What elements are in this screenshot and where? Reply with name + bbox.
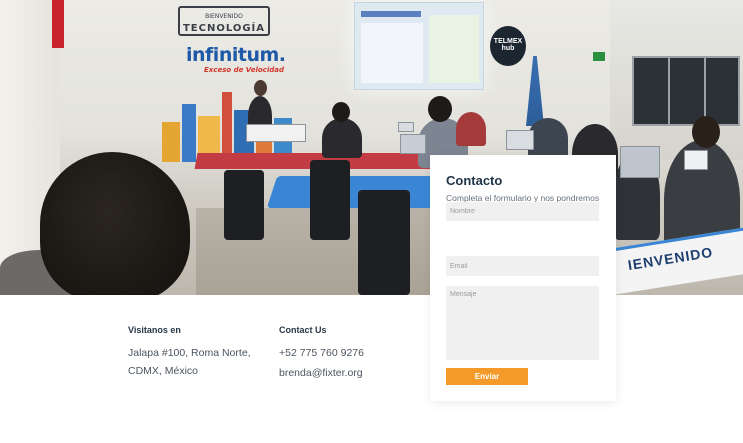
contact-us-heading: Contact Us — [279, 325, 327, 335]
laptop — [398, 122, 414, 132]
city-mural — [162, 92, 292, 162]
contact-title: Contacto — [446, 173, 503, 188]
presenter-laptop — [246, 124, 306, 142]
projector-screen — [354, 2, 484, 90]
front-table-text: IENVENIDO — [626, 243, 715, 274]
foreground-person-head — [40, 152, 190, 295]
back-window — [632, 56, 740, 126]
hero-image: BIENVENIDO TECNOLOGÍA infinitum. Exceso … — [0, 0, 743, 295]
wall-sign: BIENVENIDO TECNOLOGÍA — [178, 6, 270, 36]
attendee — [528, 118, 568, 158]
chair — [358, 190, 410, 295]
page: BIENVENIDO TECNOLOGÍA infinitum. Exceso … — [0, 0, 743, 443]
telmex-hub-badge: TELMEX hub — [490, 26, 526, 66]
laptop — [684, 150, 708, 170]
email-field[interactable] — [446, 256, 599, 276]
name-field[interactable] — [446, 202, 599, 221]
laptop — [400, 134, 426, 154]
visit-heading: Visitanos en — [128, 325, 181, 335]
laptop — [620, 146, 660, 178]
brand-logo: infinitum. — [186, 44, 286, 66]
visit-address-line2: CDMX, México — [128, 365, 199, 377]
attendee — [322, 118, 362, 158]
email-address[interactable]: brenda@fixter.org — [279, 364, 363, 382]
laptop — [506, 130, 534, 150]
attendee-head — [332, 102, 350, 122]
contact-form-card: Contacto Completa el formulario y nos po… — [430, 155, 616, 401]
visit-address-line1: Jalapa #100, Roma Norte, — [128, 347, 251, 359]
wall-sign-top: BIENVENIDO — [205, 13, 243, 20]
message-field[interactable] — [446, 286, 599, 360]
exit-sign — [593, 52, 605, 61]
phone-number[interactable]: +52 775 760 9276 — [279, 344, 364, 362]
attendee-head — [692, 116, 720, 148]
brand-tagline: Exceso de Velocidad — [204, 66, 284, 74]
presenter-head — [254, 80, 267, 96]
blue-table — [266, 176, 448, 208]
tower-mural — [526, 56, 544, 126]
red-banner — [52, 0, 64, 48]
attendee-head — [428, 96, 452, 122]
wall-sign-main: TECNOLOGÍA — [182, 23, 266, 34]
attendee — [456, 112, 486, 146]
chair — [224, 170, 264, 240]
chair — [310, 160, 350, 240]
send-button[interactable]: Enviar — [446, 368, 528, 385]
